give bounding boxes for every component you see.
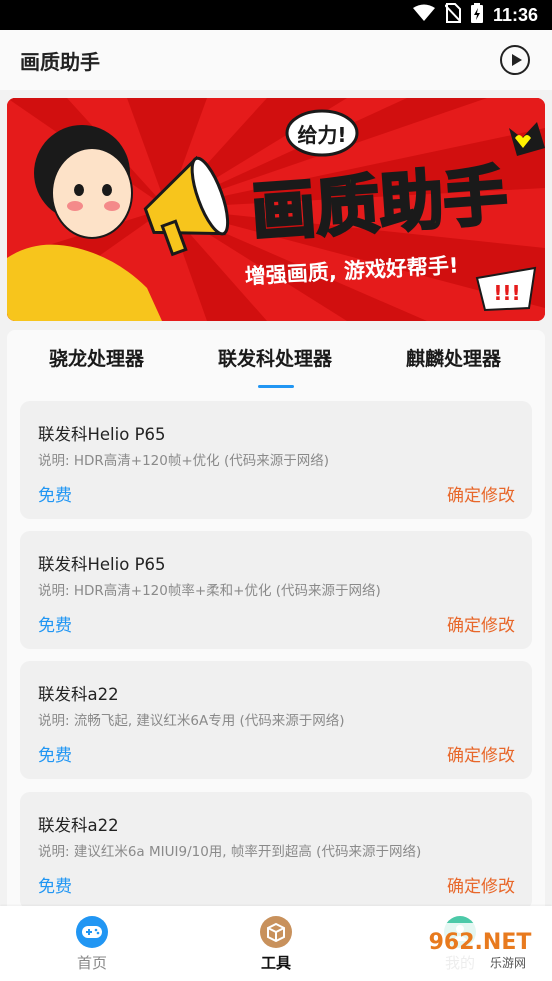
confirm-modify-button[interactable]: 确定修改 — [447, 741, 515, 766]
item-title: 联发科Helio P65 — [38, 425, 166, 444]
item-price: 免费 — [38, 877, 72, 897]
item-description: 说明: 流畅飞起, 建议红米6A专用 (代码来源于网络) — [38, 713, 345, 729]
item-price: 免费 — [38, 486, 72, 506]
nav-home-label: 首页 — [76, 954, 107, 972]
item-price: 免费 — [38, 746, 72, 766]
tab-kirin[interactable]: 麒麟处理器 — [406, 344, 501, 371]
item-description: 说明: HDR高清+120帧率+柔和+优化 (代码来源于网络) — [38, 583, 381, 599]
play-icon — [511, 54, 522, 66]
confirm-modify-button[interactable]: 确定修改 — [447, 481, 515, 506]
battery-charging-icon — [470, 3, 483, 27]
wifi-icon — [412, 4, 435, 26]
tab-indicator — [258, 385, 294, 388]
confirm-modify-button[interactable]: 确定修改 — [447, 611, 515, 636]
item-price: 免费 — [38, 616, 72, 636]
nav-home[interactable]: 首页 — [52, 916, 132, 973]
watermark-subtext: 乐游网 — [490, 956, 526, 970]
item-title: 联发科Helio P65 — [38, 555, 166, 574]
gamepad-icon — [76, 916, 108, 948]
tab-snapdragon[interactable]: 骁龙处理器 — [49, 344, 144, 371]
nav-tools[interactable]: 工具 — [236, 916, 316, 973]
tab-mediatek[interactable]: 联发科处理器 — [218, 344, 332, 371]
watermark-logo: 962.NET 乐游网 — [413, 915, 547, 975]
processor-tabs: 骁龙处理器 联发科处理器 麒麟处理器 — [7, 330, 545, 392]
confirm-modify-button[interactable]: 确定修改 — [447, 872, 515, 897]
banner-exclaim: !!! — [493, 281, 520, 305]
list-item: 联发科Helio P65 说明: HDR高清+120帧率+柔和+优化 (代码来源… — [20, 531, 532, 649]
list-item: 联发科a22 说明: 流畅飞起, 建议红米6A专用 (代码来源于网络) 免费 确… — [20, 661, 532, 779]
status-time: 11:36 — [492, 4, 538, 25]
watermark-text: 962.NET — [429, 930, 532, 955]
box-icon — [260, 916, 292, 948]
item-title: 联发科a22 — [38, 816, 119, 835]
item-description: 说明: HDR高清+120帧+优化 (代码来源于网络) — [38, 453, 329, 469]
banner-illustration: 给力! 画质助手 增强画质, 游戏好帮手! !!! — [7, 98, 545, 321]
app-bar: 画质助手 — [0, 30, 552, 90]
item-description: 说明: 建议红米6a MIUI9/10用, 帧率开到超高 (代码来源于网络) — [38, 844, 422, 860]
nav-tools-label: 工具 — [260, 954, 291, 972]
item-title: 联发科a22 — [38, 685, 119, 704]
list-item: 联发科Helio P65 说明: HDR高清+120帧+优化 (代码来源于网络)… — [20, 401, 532, 519]
list-item: 联发科a22 说明: 建议红米6a MIUI9/10用, 帧率开到超高 (代码来… — [20, 792, 532, 910]
banner-bubble-text: 给力! — [297, 123, 346, 147]
page-title: 画质助手 — [20, 49, 100, 74]
no-sim-icon — [444, 3, 462, 27]
processor-panel: 骁龙处理器 联发科处理器 麒麟处理器 联发科Helio P65 说明: HDR高… — [7, 330, 545, 910]
status-bar: 11:36 — [0, 0, 552, 30]
promo-banner[interactable]: 给力! 画质助手 增强画质, 游戏好帮手! !!! — [7, 98, 545, 321]
play-button[interactable] — [500, 45, 530, 75]
